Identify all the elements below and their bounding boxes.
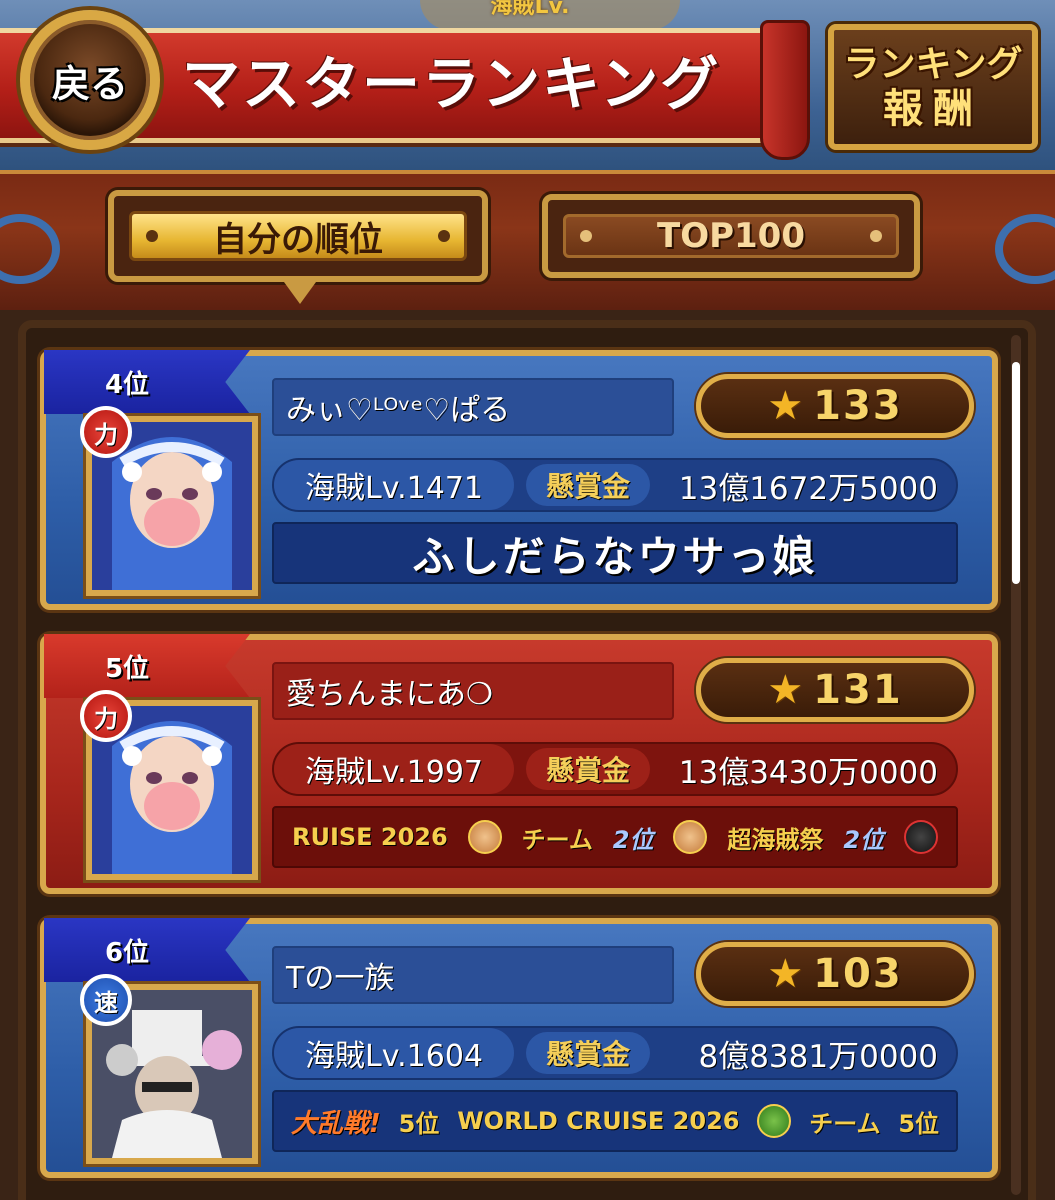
badge-strip: 大乱戦! 5位 WORLD CRUISE 2026 チーム 5位 — [274, 1103, 956, 1140]
rank-label: 4位 — [104, 369, 150, 400]
star-value: 131 — [813, 667, 903, 713]
star-score: ★ 133 — [696, 374, 974, 438]
rank-label: 6位 — [104, 937, 150, 968]
rivet-icon — [579, 230, 592, 242]
star-score: ★ 131 — [696, 658, 974, 722]
info-row: 海賊Lv.1997 懸賞金 13億3430万0000 — [272, 742, 958, 796]
achievement-badges: 大乱戦! 5位 WORLD CRUISE 2026 チーム 5位 — [272, 1090, 958, 1152]
player-name: みぃ♡ᴸᴼᵛᵉ♡ぱる — [272, 378, 674, 436]
star-value: 103 — [813, 951, 903, 997]
character-face-icon — [467, 820, 502, 854]
star-icon: ★ — [767, 383, 804, 429]
player-name: Tの一族 — [272, 946, 674, 1004]
tab-my-rank[interactable]: 自分の順位 — [108, 190, 488, 282]
pirate-level: 海賊Lv.1997 — [274, 744, 514, 794]
attribute-badge: 速 — [80, 974, 132, 1026]
scrollbar-thumb[interactable] — [1012, 362, 1020, 584]
rank-flag: 6位 — [44, 918, 250, 982]
badge-rank: 2位 — [843, 825, 885, 854]
rank-flag: 5位 — [44, 634, 250, 698]
banner-scroll-end — [760, 20, 810, 160]
star-icon: ★ — [767, 667, 804, 713]
badge-battle: 大乱戦! — [290, 1108, 381, 1139]
star-icon: ★ — [767, 951, 804, 997]
badge-rank: 5位 — [898, 1109, 940, 1138]
badge-festival: 超海賊祭 — [727, 825, 824, 854]
ornament-right — [995, 214, 1055, 284]
tab-top100-label: TOP100 — [657, 216, 805, 256]
attribute-badge: 力 — [80, 406, 132, 458]
bounty-value: 13億1672万5000 — [678, 470, 938, 507]
attribute-badge: 力 — [80, 690, 132, 742]
pirate-level: 海賊Lv.1604 — [274, 1028, 514, 1078]
ranking-card[interactable]: 5位 力 愛ちんまにあ❍ ★ 131 海賊Lv.1997 懸賞金 13億3430… — [40, 634, 998, 894]
top-hint-text: 海賊Lv. — [490, 0, 570, 19]
active-tab-pointer — [284, 282, 316, 304]
badge-rank: 5位 — [398, 1109, 440, 1138]
badge-team: チーム — [809, 1109, 881, 1138]
tab-top100-inner: TOP100 — [562, 213, 900, 259]
rank-flag: 4位 — [44, 350, 250, 414]
player-title: ふしだらなウサっ娘 — [272, 522, 958, 584]
badge-strip: RUISE 2026 チーム 2位 超海賊祭 2位 — [274, 820, 956, 855]
reward-label-line2: 報酬 — [883, 86, 983, 132]
achievement-badges: RUISE 2026 チーム 2位 超海賊祭 2位 — [272, 806, 958, 868]
tab-my-rank-inner: 自分の順位 — [128, 211, 468, 261]
badge-rank: 2位 — [612, 825, 654, 854]
bounty-value: 13億3430万0000 — [678, 754, 938, 791]
tab-my-rank-label: 自分の順位 — [212, 219, 383, 260]
ranking-card[interactable]: 4位 力 みぃ♡ᴸᴼᵛᵉ♡ぱる ★ 133 海賊Lv.1471 懸賞金 13億1… — [40, 350, 998, 610]
player-title-text: ふしだらなウサっ娘 — [412, 531, 818, 581]
page-title: マスターランキング — [182, 50, 721, 118]
reward-label-line1: ランキング — [843, 44, 1023, 85]
rank-label: 5位 — [104, 653, 150, 684]
bounty-value: 8億8381万0000 — [698, 1038, 938, 1075]
ranking-reward-button[interactable]: ランキング 報酬 — [828, 24, 1038, 150]
player-name: 愛ちんまにあ❍ — [272, 662, 674, 720]
badge-event: WORLD CRUISE 2026 — [457, 1107, 740, 1135]
back-button[interactable]: 戻る — [20, 10, 160, 150]
rivet-icon — [145, 230, 158, 242]
badge-event: RUISE 2026 — [291, 823, 448, 851]
info-row: 海賊Lv.1471 懸賞金 13億1672万5000 — [272, 458, 958, 512]
bounty-label: 懸賞金 — [526, 748, 650, 790]
star-score: ★ 103 — [696, 942, 974, 1006]
star-value: 133 — [813, 383, 903, 429]
back-button-label: 戻る — [51, 61, 128, 106]
pirate-level: 海賊Lv.1471 — [274, 460, 514, 510]
character-face-icon — [903, 820, 938, 854]
info-row: 海賊Lv.1604 懸賞金 8億8381万0000 — [272, 1026, 958, 1080]
bounty-label: 懸賞金 — [526, 1032, 650, 1074]
tab-top100[interactable]: TOP100 — [542, 194, 920, 278]
bounty-label: 懸賞金 — [526, 464, 650, 506]
character-face-icon — [757, 1104, 792, 1138]
rivet-icon — [438, 230, 451, 242]
ranking-card[interactable]: 6位 速 Tの一族 ★ 103 海賊Lv.1604 懸賞金 8億8381万000… — [40, 918, 998, 1178]
ornament-left — [0, 214, 60, 284]
badge-team: チーム — [521, 825, 593, 854]
character-face-icon — [673, 820, 708, 854]
rivet-icon — [870, 230, 883, 242]
